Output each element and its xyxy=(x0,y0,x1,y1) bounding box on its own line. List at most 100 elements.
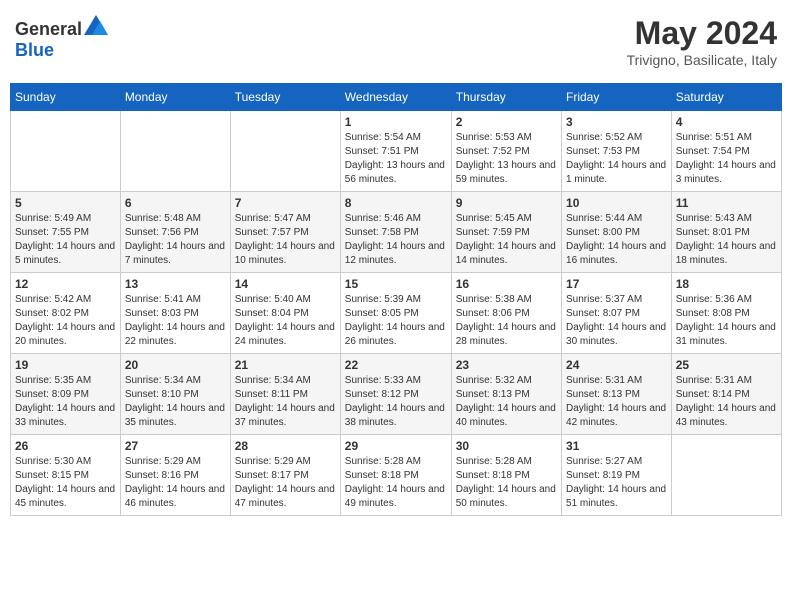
calendar-cell: 28 Sunrise: 5:29 AMSunset: 8:17 PMDayligh… xyxy=(230,435,340,516)
day-info: Sunrise: 5:52 AMSunset: 7:53 PMDaylight:… xyxy=(566,131,667,187)
day-info: Sunrise: 5:49 AMSunset: 7:55 PMDaylight:… xyxy=(15,212,116,268)
calendar-cell: 23 Sunrise: 5:32 AMSunset: 8:13 PMDayligh… xyxy=(451,354,561,435)
day-info: Sunrise: 5:29 AMSunset: 8:17 PMDaylight:… xyxy=(235,455,336,511)
day-number: 21 xyxy=(235,358,336,372)
day-number: 18 xyxy=(676,277,777,291)
day-info: Sunrise: 5:54 AMSunset: 7:51 PMDaylight:… xyxy=(345,131,447,187)
calendar-cell xyxy=(120,111,230,192)
day-info: Sunrise: 5:41 AMSunset: 8:03 PMDaylight:… xyxy=(125,293,226,349)
calendar-cell: 6 Sunrise: 5:48 AMSunset: 7:56 PMDaylight… xyxy=(120,192,230,273)
day-info: Sunrise: 5:34 AMSunset: 8:11 PMDaylight:… xyxy=(235,374,336,430)
calendar-cell: 15 Sunrise: 5:39 AMSunset: 8:05 PMDayligh… xyxy=(340,273,451,354)
calendar-cell: 27 Sunrise: 5:29 AMSunset: 8:16 PMDayligh… xyxy=(120,435,230,516)
calendar-cell: 20 Sunrise: 5:34 AMSunset: 8:10 PMDayligh… xyxy=(120,354,230,435)
day-info: Sunrise: 5:31 AMSunset: 8:14 PMDaylight:… xyxy=(676,374,777,430)
calendar-cell: 1 Sunrise: 5:54 AMSunset: 7:51 PMDaylight… xyxy=(340,111,451,192)
day-info: Sunrise: 5:48 AMSunset: 7:56 PMDaylight:… xyxy=(125,212,226,268)
day-info: Sunrise: 5:27 AMSunset: 8:19 PMDaylight:… xyxy=(566,455,667,511)
title-block: May 2024 Trivigno, Basilicate, Italy xyxy=(627,15,777,68)
calendar-cell: 3 Sunrise: 5:52 AMSunset: 7:53 PMDaylight… xyxy=(562,111,672,192)
calendar-cell: 16 Sunrise: 5:38 AMSunset: 8:06 PMDayligh… xyxy=(451,273,561,354)
calendar-cell xyxy=(11,111,121,192)
day-number: 6 xyxy=(125,196,226,210)
calendar-cell: 12Sunrise: 5:42 AMSunset: 8:02 PMDayligh… xyxy=(11,273,121,354)
day-number: 23 xyxy=(456,358,557,372)
calendar-week-row: 5 Sunrise: 5:49 AMSunset: 7:55 PMDaylight… xyxy=(11,192,782,273)
calendar-week-row: 19Sunrise: 5:35 AMSunset: 8:09 PMDayligh… xyxy=(11,354,782,435)
calendar-cell xyxy=(671,435,781,516)
day-info: Sunrise: 5:32 AMSunset: 8:13 PMDaylight:… xyxy=(456,374,557,430)
day-number: 11 xyxy=(676,196,777,210)
day-info: Sunrise: 5:45 AMSunset: 7:59 PMDaylight:… xyxy=(456,212,557,268)
calendar-week-row: 26 Sunrise: 5:30 AMSunset: 8:15 PMDayligh… xyxy=(11,435,782,516)
weekday-header: Wednesday xyxy=(340,84,451,111)
day-number: 4 xyxy=(676,115,777,129)
day-number: 27 xyxy=(125,439,226,453)
day-number: 7 xyxy=(235,196,336,210)
day-info: Sunrise: 5:51 AMSunset: 7:54 PMDaylight:… xyxy=(676,131,777,187)
day-info: Sunrise: 5:44 AMSunset: 8:00 PMDaylight:… xyxy=(566,212,667,268)
logo-blue: Blue xyxy=(15,40,54,60)
day-number: 26 xyxy=(15,439,116,453)
weekday-header: Sunday xyxy=(11,84,121,111)
calendar-week-row: 12Sunrise: 5:42 AMSunset: 8:02 PMDayligh… xyxy=(11,273,782,354)
calendar-cell: 2 Sunrise: 5:53 AMSunset: 7:52 PMDaylight… xyxy=(451,111,561,192)
day-info: Sunrise: 5:43 AMSunset: 8:01 PMDaylight:… xyxy=(676,212,777,268)
day-number: 25 xyxy=(676,358,777,372)
day-number: 22 xyxy=(345,358,447,372)
day-number: 5 xyxy=(15,196,116,210)
calendar-cell: 18 Sunrise: 5:36 AMSunset: 8:08 PMDayligh… xyxy=(671,273,781,354)
day-info: Sunrise: 5:35 AMSunset: 8:09 PMDaylight:… xyxy=(15,374,116,430)
day-number: 10 xyxy=(566,196,667,210)
calendar-cell: 8Sunrise: 5:46 AMSunset: 7:58 PMDaylight… xyxy=(340,192,451,273)
calendar-cell: 31 Sunrise: 5:27 AMSunset: 8:19 PMDayligh… xyxy=(562,435,672,516)
day-info: Sunrise: 5:29 AMSunset: 8:16 PMDaylight:… xyxy=(125,455,226,511)
logo-icon xyxy=(84,15,108,35)
calendar-cell: 24Sunrise: 5:31 AMSunset: 8:13 PMDayligh… xyxy=(562,354,672,435)
day-number: 30 xyxy=(456,439,557,453)
day-number: 31 xyxy=(566,439,667,453)
day-number: 29 xyxy=(345,439,447,453)
calendar-cell: 25 Sunrise: 5:31 AMSunset: 8:14 PMDayligh… xyxy=(671,354,781,435)
calendar-cell: 22 Sunrise: 5:33 AMSunset: 8:12 PMDayligh… xyxy=(340,354,451,435)
day-number: 15 xyxy=(345,277,447,291)
day-number: 14 xyxy=(235,277,336,291)
day-info: Sunrise: 5:33 AMSunset: 8:12 PMDaylight:… xyxy=(345,374,447,430)
day-info: Sunrise: 5:39 AMSunset: 8:05 PMDaylight:… xyxy=(345,293,447,349)
page-header: General Blue May 2024 Trivigno, Basilica… xyxy=(10,10,782,73)
day-number: 20 xyxy=(125,358,226,372)
day-number: 16 xyxy=(456,277,557,291)
day-number: 8 xyxy=(345,196,447,210)
weekday-header: Monday xyxy=(120,84,230,111)
calendar-cell: 13 Sunrise: 5:41 AMSunset: 8:03 PMDayligh… xyxy=(120,273,230,354)
day-number: 1 xyxy=(345,115,447,129)
day-info: Sunrise: 5:28 AMSunset: 8:18 PMDaylight:… xyxy=(345,455,447,511)
calendar-cell: 26 Sunrise: 5:30 AMSunset: 8:15 PMDayligh… xyxy=(11,435,121,516)
day-number: 2 xyxy=(456,115,557,129)
day-info: Sunrise: 5:38 AMSunset: 8:06 PMDaylight:… xyxy=(456,293,557,349)
day-info: Sunrise: 5:36 AMSunset: 8:08 PMDaylight:… xyxy=(676,293,777,349)
calendar-cell: 17Sunrise: 5:37 AMSunset: 8:07 PMDayligh… xyxy=(562,273,672,354)
calendar-cell xyxy=(230,111,340,192)
calendar-cell: 10 Sunrise: 5:44 AMSunset: 8:00 PMDayligh… xyxy=(562,192,672,273)
calendar-header-row: SundayMondayTuesdayWednesdayThursdayFrid… xyxy=(11,84,782,111)
logo-general: General xyxy=(15,19,82,39)
day-info: Sunrise: 5:31 AMSunset: 8:13 PMDaylight:… xyxy=(566,374,667,430)
calendar-cell: 21 Sunrise: 5:34 AMSunset: 8:11 PMDayligh… xyxy=(230,354,340,435)
weekday-header: Saturday xyxy=(671,84,781,111)
day-number: 13 xyxy=(125,277,226,291)
calendar-cell: 19Sunrise: 5:35 AMSunset: 8:09 PMDayligh… xyxy=(11,354,121,435)
day-number: 3 xyxy=(566,115,667,129)
day-info: Sunrise: 5:30 AMSunset: 8:15 PMDaylight:… xyxy=(15,455,116,511)
day-number: 28 xyxy=(235,439,336,453)
day-info: Sunrise: 5:28 AMSunset: 8:18 PMDaylight:… xyxy=(456,455,557,511)
day-number: 12 xyxy=(15,277,116,291)
day-number: 17 xyxy=(566,277,667,291)
calendar-cell: 4 Sunrise: 5:51 AMSunset: 7:54 PMDaylight… xyxy=(671,111,781,192)
weekday-header: Thursday xyxy=(451,84,561,111)
day-info: Sunrise: 5:53 AMSunset: 7:52 PMDaylight:… xyxy=(456,131,557,187)
calendar-cell: 14Sunrise: 5:40 AMSunset: 8:04 PMDayligh… xyxy=(230,273,340,354)
page-title: May 2024 xyxy=(627,15,777,52)
calendar-cell: 30 Sunrise: 5:28 AMSunset: 8:18 PMDayligh… xyxy=(451,435,561,516)
day-info: Sunrise: 5:34 AMSunset: 8:10 PMDaylight:… xyxy=(125,374,226,430)
